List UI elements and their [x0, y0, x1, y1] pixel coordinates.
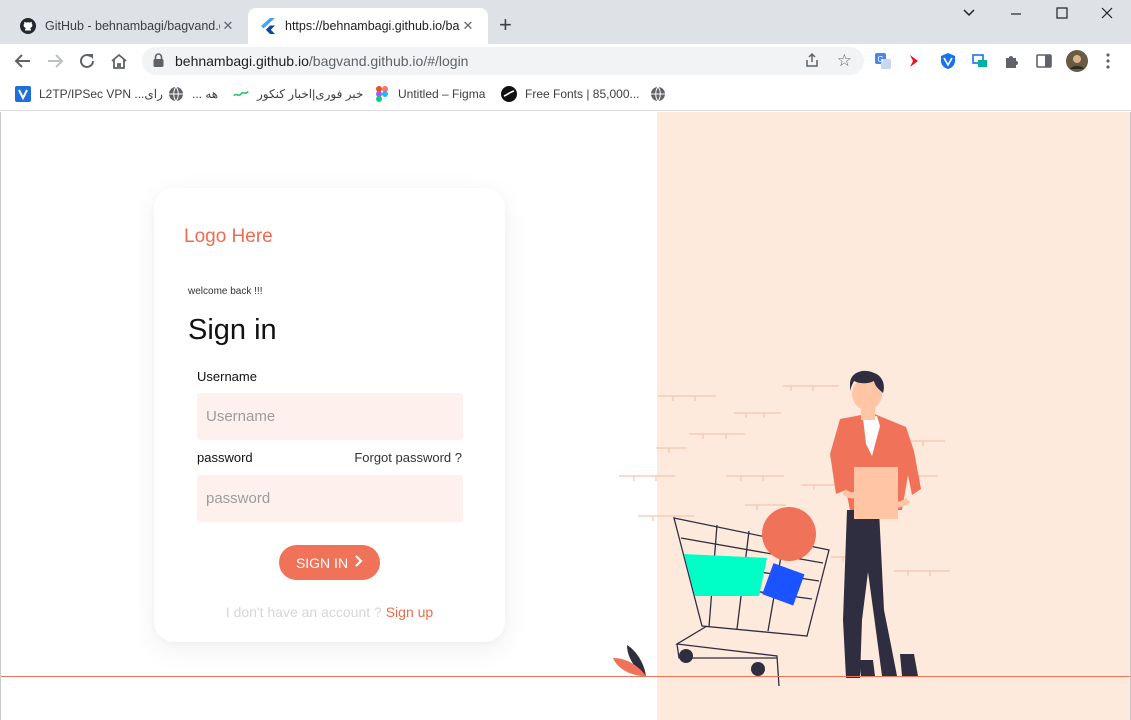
back-arrow-icon[interactable]: [12, 50, 34, 72]
github-icon: [20, 18, 36, 34]
blue-box: [762, 563, 805, 606]
password-input[interactable]: password: [197, 475, 463, 522]
tab-title: https://behnambagi.github.io/ba: [285, 19, 460, 33]
extensions-puzzle-icon[interactable]: [1003, 52, 1021, 70]
chevron-right-icon: [354, 554, 363, 571]
bookmarks-bar: L2TP/IPSec VPN ...رای ... هه خبر فوری|اخ…: [0, 78, 1131, 111]
plant-icon: [613, 645, 646, 677]
share-icon[interactable]: [804, 52, 820, 73]
news-icon: [233, 86, 249, 102]
sign-in-label: SIGN IN: [295, 554, 349, 571]
translate-extension-icon[interactable]: G: [874, 52, 892, 70]
maximize-icon[interactable]: [1055, 6, 1069, 24]
logo-text: Logo Here: [184, 226, 273, 247]
close-tab-icon[interactable]: ✕: [460, 18, 476, 34]
tab-search-icon[interactable]: [962, 6, 976, 24]
reload-icon[interactable]: [76, 50, 98, 72]
page-title: Sign in: [188, 314, 277, 346]
tab-strip: GitHub - behnambagi/bagvand.g ✕ https://…: [0, 0, 1131, 44]
red-arrow-extension-icon[interactable]: [906, 52, 924, 70]
ground-line: [1, 676, 1130, 677]
password-label: password: [197, 450, 253, 465]
cart-wheel: [679, 649, 693, 663]
figma-icon: [374, 86, 390, 102]
forgot-password-link[interactable]: Forgot password ?: [354, 450, 462, 465]
bookmark-label: L2TP/IPSec VPN ...رای: [39, 87, 163, 101]
no-account-text: I don't have an account ?: [225, 604, 382, 620]
teal-basket: [684, 554, 767, 596]
username-input[interactable]: Username: [197, 393, 463, 440]
bookmark-globe[interactable]: ... هه: [168, 85, 218, 103]
forward-arrow-icon[interactable]: [44, 50, 66, 72]
bookmark-star-icon[interactable]: ☆: [837, 51, 852, 71]
bookmark-label: Free Fonts | 85,000...: [525, 87, 640, 101]
home-icon[interactable]: [108, 50, 130, 72]
minimize-icon[interactable]: [1009, 6, 1023, 24]
fonts-icon: [501, 86, 517, 102]
profile-avatar[interactable]: [1066, 50, 1088, 72]
lock-icon: [153, 53, 164, 72]
close-tab-icon[interactable]: ✕: [220, 18, 236, 34]
address-bar[interactable]: behnambagi.github.io/bagvand.github.io/#…: [142, 47, 864, 75]
cart-wheel: [751, 662, 765, 676]
globe-icon: [650, 86, 666, 102]
sign-up-link[interactable]: Sign up: [386, 604, 433, 620]
bookmark-globe-2[interactable]: [650, 85, 674, 103]
menu-kebab-icon[interactable]: [1099, 52, 1117, 70]
shopping-illustration: [613, 370, 950, 687]
bookmark-figma[interactable]: Untitled – Figma: [374, 85, 485, 103]
close-window-icon[interactable]: [1100, 6, 1114, 24]
url-text: behnambagi.github.io/bagvand.github.io/#…: [175, 53, 469, 69]
vpn-icon: [15, 86, 31, 102]
screen-extension-icon[interactable]: [971, 52, 989, 70]
login-page: Logo Here welcome back !!! Sign in Usern…: [0, 112, 1131, 720]
tab-login[interactable]: https://behnambagi.github.io/ba ✕: [248, 8, 488, 44]
bookmark-label: خبر فوری|اخبار کنکور: [257, 87, 364, 101]
person-figure: [830, 370, 921, 678]
signup-prompt: I don't have an account ? Sign up: [154, 604, 505, 620]
password-placeholder: password: [206, 490, 271, 507]
bookmark-label: Untitled – Figma: [398, 87, 486, 101]
svg-text:G: G: [878, 55, 884, 64]
flutter-icon: [260, 18, 276, 34]
bookmark-free-fonts[interactable]: Free Fonts | 85,000...: [501, 85, 640, 103]
username-placeholder: Username: [206, 408, 276, 425]
sign-in-button[interactable]: SIGN IN: [279, 545, 380, 580]
new-tab-button[interactable]: +: [499, 14, 512, 36]
globe-icon: [168, 86, 184, 102]
bookmark-vpn[interactable]: L2TP/IPSec VPN ...رای: [15, 85, 163, 103]
browser-toolbar: behnambagi.github.io/bagvand.github.io/#…: [0, 44, 1131, 78]
vpn-shield-extension-icon[interactable]: [939, 52, 957, 70]
orange-ball: [762, 507, 816, 561]
login-card: Logo Here welcome back !!! Sign in Usern…: [154, 188, 505, 642]
welcome-text: welcome back !!!: [188, 286, 263, 297]
bookmark-news[interactable]: خبر فوری|اخبار کنکور: [233, 85, 363, 103]
bookmark-label: ... هه: [192, 87, 219, 101]
tab-title: GitHub - behnambagi/bagvand.g: [45, 19, 220, 33]
username-label: Username: [197, 369, 257, 384]
side-panel-icon[interactable]: [1035, 52, 1053, 70]
tab-github[interactable]: GitHub - behnambagi/bagvand.g ✕: [8, 8, 248, 44]
